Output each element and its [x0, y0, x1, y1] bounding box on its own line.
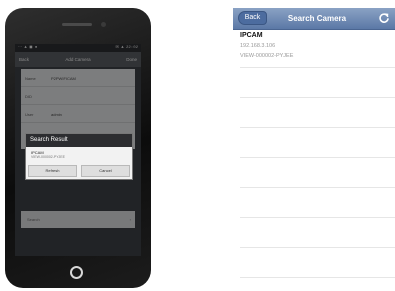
dialog-title: Search Result: [26, 134, 132, 147]
empty-row: [240, 218, 395, 248]
empty-row: [240, 128, 395, 158]
android-screen: ⋯ ▲ ◼ ● ✉ ▲ 22:02 Add Camera Back Done N…: [15, 44, 141, 256]
android-phone: ⋯ ▲ ◼ ● ✉ ▲ 22:02 Add Camera Back Done N…: [5, 8, 151, 288]
camera-ip: 192.168.3.106: [240, 43, 276, 49]
cancel-button[interactable]: Cancel: [81, 165, 130, 177]
search-result-dialog: Search Result IPCAM VIEW-000002-PYJEE Re…: [25, 133, 133, 180]
ios-screen: Back Search Camera IPCAM 192.168.3.106 V…: [233, 8, 395, 291]
empty-row: [240, 188, 395, 218]
nav-title: Search Camera: [287, 14, 347, 23]
result-camera-id: VIEW-000002-PYJEE: [31, 155, 65, 159]
home-button[interactable]: [70, 266, 83, 279]
back-button[interactable]: Back: [238, 11, 267, 25]
navigation-bar: Back Search Camera: [233, 8, 395, 30]
earpiece: [62, 23, 92, 26]
front-camera: [101, 22, 106, 27]
refresh-icon[interactable]: [378, 12, 390, 24]
empty-row: [240, 248, 395, 278]
refresh-button[interactable]: Refresh: [28, 165, 77, 177]
empty-row: [240, 68, 395, 98]
empty-row: [240, 98, 395, 128]
dialog-buttons: Refresh Cancel: [28, 165, 130, 177]
empty-row: [240, 158, 395, 188]
search-result-item[interactable]: IPCAM VIEW-000002-PYJEE: [29, 150, 129, 162]
camera-name: IPCAM: [240, 32, 263, 39]
camera-list-item[interactable]: IPCAM 192.168.3.106 VIEW-000002-PYJEE: [240, 32, 395, 68]
camera-id: VIEW-000002-PYJEE: [240, 53, 294, 59]
